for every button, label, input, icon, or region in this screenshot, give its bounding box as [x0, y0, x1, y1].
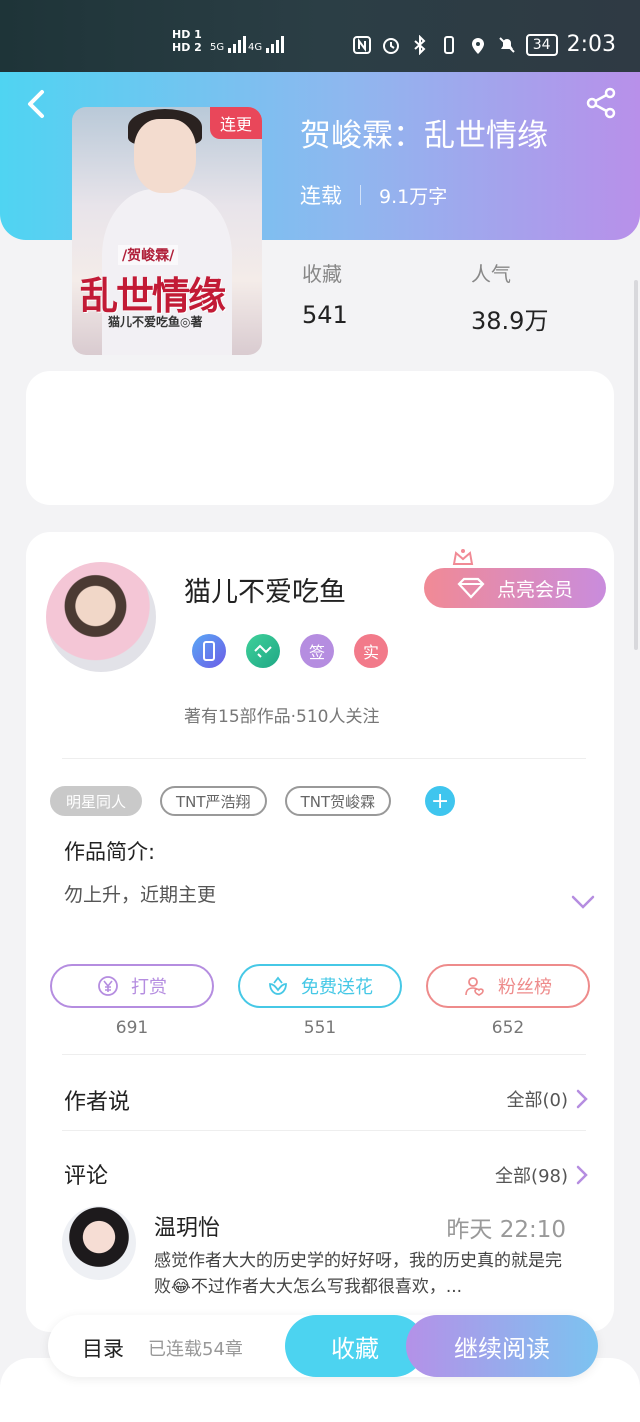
- clock: 2:03: [566, 32, 616, 57]
- cover-title: 乱世情缘: [80, 273, 226, 318]
- update-tag: 连更: [209, 107, 262, 139]
- fan-user-icon: [465, 977, 484, 996]
- comments-more-label: 全部(98): [495, 1166, 568, 1187]
- divider: [62, 758, 586, 759]
- handshake-badge-icon[interactable]: [246, 634, 280, 668]
- favorites-label: 收藏: [302, 262, 342, 286]
- vip-button[interactable]: 点亮会员: [424, 568, 606, 608]
- flower-icon: [269, 976, 287, 995]
- diamond-icon: [457, 577, 485, 599]
- nfc-icon: [352, 35, 371, 54]
- cover-subtitle: /贺峻霖/: [118, 245, 179, 265]
- back-icon[interactable]: [18, 86, 54, 122]
- signal-5g-icon: 5G: [210, 36, 247, 53]
- flower-action: 免费送花 551: [238, 964, 402, 1038]
- divider: [62, 1054, 586, 1055]
- comments-title: 评论: [64, 1164, 109, 1189]
- comments-more[interactable]: 全部(98): [495, 1162, 588, 1188]
- sim1-label: HD 1: [172, 28, 202, 41]
- action-row: 打赏 691 免费送花 551 粉丝榜 652: [50, 964, 590, 1038]
- flower-label: 免费送花: [301, 977, 373, 998]
- favorite-button[interactable]: 收藏: [285, 1315, 425, 1377]
- mute-icon: [499, 36, 515, 53]
- tip-button[interactable]: 打赏: [50, 964, 214, 1008]
- sim-indicators: HD 1 HD 2: [172, 28, 202, 54]
- popularity-value: 38.9万: [471, 307, 549, 335]
- crown-icon: [452, 549, 474, 565]
- chevron-right-icon: [576, 1165, 588, 1185]
- commenter-name[interactable]: 温玥怡: [154, 1210, 220, 1242]
- author-avatar[interactable]: [46, 562, 156, 672]
- meta-divider: [360, 185, 361, 205]
- vibrate-icon: [443, 35, 454, 54]
- book-cover[interactable]: 连更 /贺峻霖/ 乱世情缘 猫儿不爱吃鱼◎著: [72, 107, 262, 355]
- location-icon: [471, 37, 484, 54]
- divider: [62, 1130, 586, 1131]
- battery-icon: 34: [525, 33, 558, 56]
- alarm-icon: [382, 37, 399, 54]
- toc-button[interactable]: 目录: [82, 1333, 124, 1363]
- author-says-more[interactable]: 全部(0): [507, 1086, 589, 1112]
- popularity-stat: 人气 38.9万: [471, 258, 548, 336]
- book-title: 贺峻霖：乱世情缘: [300, 118, 548, 154]
- bottom-action-bar: 目录 已连载54章 收藏 继续阅读: [48, 1315, 598, 1377]
- favorites-stat: 收藏 541: [302, 258, 348, 329]
- popularity-label: 人气: [471, 262, 511, 286]
- bluetooth-icon: [414, 34, 426, 55]
- signal-4g-icon: 4G: [248, 36, 285, 53]
- commenter-avatar[interactable]: [62, 1206, 136, 1280]
- scrollbar[interactable]: [634, 280, 638, 650]
- book-meta: 连载 9.1万字: [300, 180, 447, 210]
- author-badges: 签 实: [192, 634, 388, 668]
- comment-text[interactable]: 感觉作者大大的历史学的好好呀，我的历史真的就是完败😂不过作者大大怎么写我都很喜欢…: [154, 1248, 574, 1300]
- tag-list: 明星同人 TNT严浩翔 TNT贺峻霖 +: [50, 786, 456, 816]
- verified-badge[interactable]: 实: [354, 634, 388, 668]
- author-stats: 著有15部作品·510人关注: [184, 707, 380, 727]
- author-says-more-label: 全部(0): [506, 1090, 569, 1111]
- tip-count: 691: [115, 1018, 149, 1038]
- flower-count: 551: [303, 1018, 337, 1038]
- fans-count: 652: [491, 1018, 525, 1038]
- yen-icon: [98, 976, 118, 996]
- tag-chip[interactable]: 明星同人: [50, 786, 143, 816]
- serial-status: 连载: [300, 184, 342, 208]
- intro-title: 作品简介:: [64, 840, 156, 864]
- book-detail-card: 猫儿不爱吃鱼 点亮会员 签 实 著有15部作品·510人关注 明星同人 TNT严…: [26, 532, 614, 1332]
- tag-chip[interactable]: TNT严浩翔: [160, 786, 267, 816]
- net2-label: 4G: [248, 42, 263, 53]
- tag-chip[interactable]: TNT贺峻霖: [284, 786, 392, 816]
- fans-label: 粉丝榜: [498, 977, 552, 998]
- sim2-label: HD 2: [172, 41, 202, 54]
- chapter-count: 已连载54章: [148, 1339, 243, 1360]
- signed-badge[interactable]: 签: [300, 634, 334, 668]
- phone-badge-icon[interactable]: [192, 634, 226, 668]
- cover-author: 猫儿不爱吃鱼◎著: [108, 315, 203, 329]
- empty-card: [26, 371, 614, 505]
- author-says-title: 作者说: [64, 1090, 131, 1115]
- net1-label: 5G: [210, 42, 225, 53]
- flower-button[interactable]: 免费送花: [238, 964, 402, 1008]
- tip-action: 打赏 691: [50, 964, 214, 1038]
- author-name[interactable]: 猫儿不爱吃鱼: [184, 570, 346, 609]
- add-tag-button[interactable]: +: [425, 786, 456, 816]
- fans-action: 粉丝榜 652: [426, 964, 590, 1038]
- vip-label: 点亮会员: [496, 578, 573, 601]
- continue-reading-button[interactable]: 继续阅读: [406, 1315, 598, 1377]
- fans-button[interactable]: 粉丝榜: [426, 964, 590, 1008]
- status-right: 34 2:03: [352, 32, 616, 57]
- intro-text: 勿上升，近期主更: [64, 884, 217, 906]
- chevron-down-icon[interactable]: [570, 894, 596, 910]
- comment-time: 昨天 22:10: [446, 1217, 566, 1243]
- chevron-right-icon: [576, 1089, 588, 1109]
- tip-label: 打赏: [131, 977, 167, 998]
- share-icon[interactable]: [584, 86, 618, 120]
- word-count: 9.1万字: [379, 185, 448, 208]
- favorites-value: 541: [302, 301, 348, 329]
